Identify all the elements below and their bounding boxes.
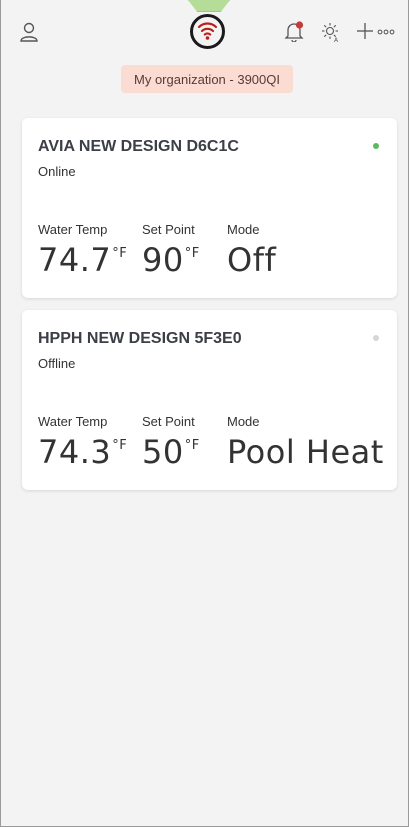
metric-value: 74.3°F (38, 433, 127, 471)
metric-label: Mode (227, 222, 260, 237)
bell-icon[interactable] (283, 20, 305, 42)
unit-label: °F (112, 246, 128, 261)
device-name: AVIA NEW DESIGN D6C1C (38, 138, 239, 155)
metric-label: Set Point (142, 222, 195, 237)
svg-text:A: A (334, 37, 339, 43)
app-header: A (1, 0, 408, 60)
status-indicator-offline (373, 335, 379, 341)
metric-value: 90°F (142, 241, 200, 279)
more-icon[interactable] (375, 24, 397, 40)
metric-value: 74.7°F (38, 241, 127, 279)
logo-icon[interactable] (189, 13, 226, 50)
water-temp-metric: Water Temp 74.3°F (38, 414, 127, 471)
water-temp-value: 74.7 (38, 241, 112, 279)
device-status: Online (38, 164, 76, 179)
unit-label: °F (184, 438, 200, 453)
mode-metric: Mode Off (227, 222, 276, 279)
metric-label: Set Point (142, 414, 195, 429)
device-status: Offline (38, 356, 76, 371)
plus-icon[interactable] (354, 20, 376, 42)
metric-label: Mode (227, 414, 260, 429)
set-point-value: 90 (142, 241, 184, 279)
device-name: HPPH NEW DESIGN 5F3E0 (38, 330, 242, 347)
organization-badge[interactable]: My organization - 3900QI (121, 65, 293, 93)
device-card[interactable]: HPPH NEW DESIGN 5F3E0 Offline Water Temp… (22, 310, 397, 490)
mode-value: Off (227, 241, 277, 279)
mode-value: Pool Heat (227, 433, 384, 471)
user-icon[interactable] (17, 20, 41, 44)
unit-label: °F (112, 438, 128, 453)
set-point-value: 50 (142, 433, 184, 471)
metric-label: Water Temp (38, 222, 108, 237)
metric-value: 50°F (142, 433, 200, 471)
status-indicator-online (373, 143, 379, 149)
metric-label: Water Temp (38, 414, 108, 429)
unit-label: °F (184, 246, 200, 261)
mode-metric: Mode Pool Heat (227, 414, 384, 471)
water-temp-metric: Water Temp 74.7°F (38, 222, 127, 279)
device-card[interactable]: AVIA NEW DESIGN D6C1C Online Water Temp … (22, 118, 397, 298)
water-temp-value: 74.3 (38, 433, 112, 471)
set-point-metric: Set Point 50°F (142, 414, 200, 471)
set-point-metric: Set Point 90°F (142, 222, 200, 279)
auto-brightness-icon[interactable]: A (320, 21, 342, 43)
